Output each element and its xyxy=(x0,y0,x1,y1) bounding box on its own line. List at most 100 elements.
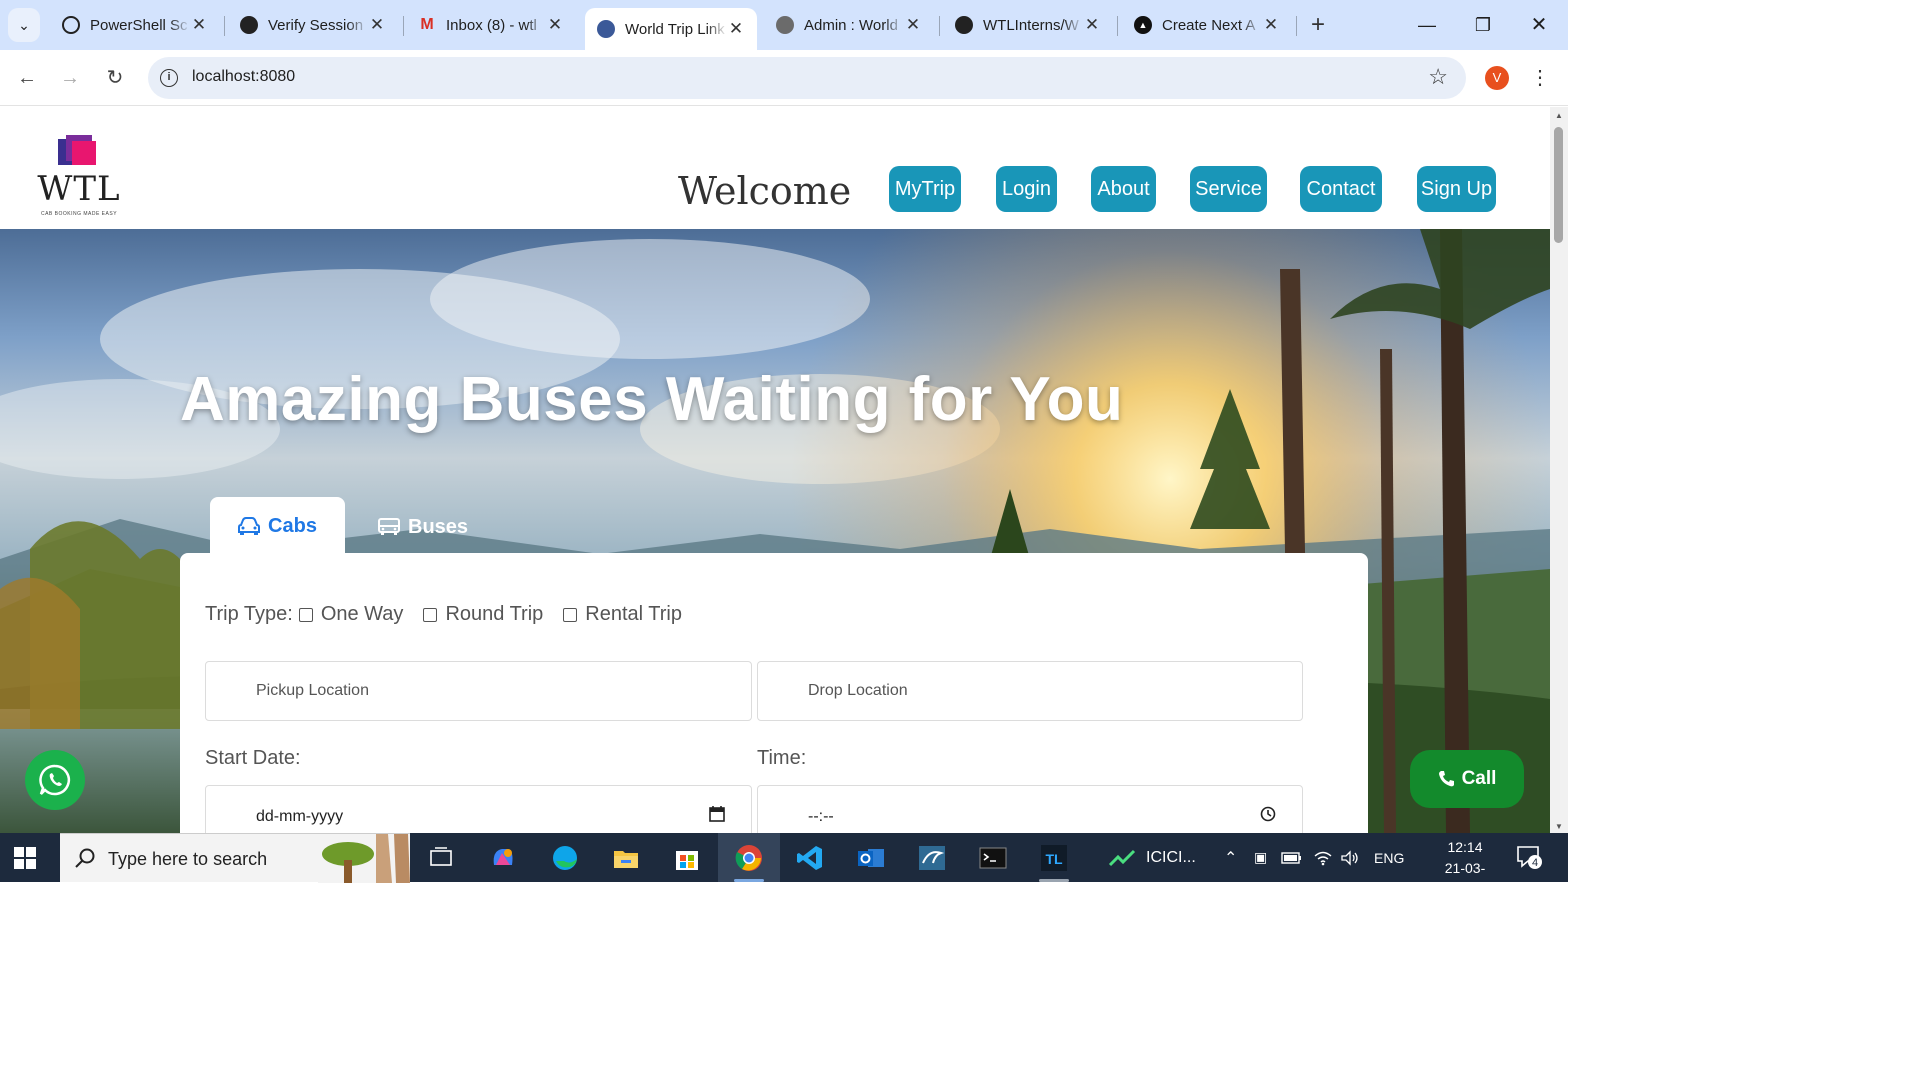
reload-icon[interactable]: ↻ xyxy=(99,62,131,94)
round-trip-checkbox[interactable]: Round Trip xyxy=(423,603,543,626)
battery-shape xyxy=(1281,851,1301,864)
bookmark-star-icon[interactable]: ☆ xyxy=(1428,64,1448,90)
browser-tab-wtlinterns[interactable]: WTLInterns/W ✕ xyxy=(943,6,1113,44)
battery-icon[interactable] xyxy=(1281,833,1303,882)
close-icon[interactable]: ✕ xyxy=(1083,15,1101,35)
notifications-icon[interactable]: 4 xyxy=(1516,845,1542,869)
rental-trip-checkbox[interactable]: Rental Trip xyxy=(563,603,682,626)
new-tab-plus-icon[interactable]: + xyxy=(1304,10,1332,40)
nav-mytrip-button[interactable]: MyTrip xyxy=(889,166,961,212)
browser-tab-inbox[interactable]: M Inbox (8) - wtl ✕ xyxy=(406,6,576,44)
back-arrow-icon[interactable]: ← xyxy=(11,62,43,94)
terminal-icon[interactable] xyxy=(978,843,1008,873)
tab-title: Create Next A xyxy=(1162,16,1256,34)
tray-app-icici[interactable]: ICICI... xyxy=(1108,833,1196,882)
close-icon[interactable]: ✕ xyxy=(904,15,922,35)
pickup-location-input[interactable]: Pickup Location xyxy=(205,661,752,721)
restore-icon[interactable]: ❐ xyxy=(1455,8,1511,42)
nav-service-button[interactable]: Service xyxy=(1190,166,1267,212)
chrome-icon[interactable] xyxy=(734,843,764,873)
close-icon[interactable]: ✕ xyxy=(368,15,386,35)
site-info-icon[interactable]: i xyxy=(160,69,178,87)
profile-avatar[interactable]: V xyxy=(1485,66,1509,90)
clock-icon[interactable] xyxy=(1260,806,1276,822)
notification-count: 4 xyxy=(1532,857,1538,869)
call-button[interactable]: Call xyxy=(1410,750,1524,808)
search-placeholder: Type here to search xyxy=(108,849,268,869)
tlauncher-icon[interactable]: TL xyxy=(1039,843,1069,873)
browser-tab-strip: ⌄ PowerShell Sc ✕ Verify Session ✕ M Inb… xyxy=(0,0,1568,50)
wifi-shape xyxy=(1314,851,1332,865)
windows-start-icon[interactable] xyxy=(14,847,36,869)
window-close-icon[interactable]: ✕ xyxy=(1511,8,1567,42)
tab-title: World Trip Link xyxy=(625,20,725,38)
mysql-workbench-icon[interactable] xyxy=(917,843,947,873)
copilot-icon[interactable] xyxy=(488,843,518,873)
checkbox-box[interactable] xyxy=(298,607,313,622)
clock-date: 21-03-2025 xyxy=(1444,860,1486,897)
search-highlight-image xyxy=(318,834,410,883)
checkbox-box[interactable] xyxy=(423,607,438,622)
svg-text:TL: TL xyxy=(1045,851,1063,867)
drop-placeholder: Drop Location xyxy=(808,682,908,699)
hero-banner: Amazing Buses Waiting for You Cabs Buses… xyxy=(0,229,1550,833)
browser-tab-powershell[interactable]: PowerShell Sc ✕ xyxy=(50,6,220,44)
tab-divider xyxy=(1296,16,1297,36)
tab-cabs[interactable]: Cabs xyxy=(210,497,345,555)
page-viewport: WTL CAB BOOKING MADE EASY Welcome MyTrip… xyxy=(0,107,1550,833)
close-icon[interactable]: ✕ xyxy=(1262,15,1280,35)
nav-signup-button[interactable]: Sign Up xyxy=(1417,166,1496,212)
tab-buses[interactable]: Buses xyxy=(378,503,488,551)
checkbox-label: One Way xyxy=(320,603,404,625)
start-date-input[interactable]: dd-mm-yyyy xyxy=(205,785,752,833)
time-input[interactable]: --:-- xyxy=(757,785,1303,833)
taskbar-search-box[interactable]: Type here to search xyxy=(60,833,410,883)
meet-now-icon[interactable]: ▣ xyxy=(1254,833,1267,882)
browser-tab-admin[interactable]: Admin : World ✕ xyxy=(764,6,934,44)
file-explorer-icon[interactable] xyxy=(611,843,641,873)
address-bar[interactable]: i localhost:8080 ☆ xyxy=(148,57,1466,99)
scroll-up-icon[interactable]: ▲ xyxy=(1554,111,1564,120)
browser-tab-world-trip-link[interactable]: World Trip Link ✕ xyxy=(585,8,757,50)
minimize-icon[interactable]: — xyxy=(1399,8,1455,42)
edge-icon[interactable] xyxy=(550,843,580,873)
scroll-down-icon[interactable]: ▼ xyxy=(1554,822,1564,831)
logo-mark-icon xyxy=(58,135,96,165)
forward-arrow-icon[interactable]: → xyxy=(54,62,86,94)
bus-icon xyxy=(378,518,400,535)
close-icon[interactable]: ✕ xyxy=(190,15,208,35)
nav-contact-button[interactable]: Contact xyxy=(1300,166,1382,212)
nextjs-icon: ▲ xyxy=(1134,16,1152,34)
whatsapp-button[interactable] xyxy=(25,750,85,810)
wifi-icon[interactable] xyxy=(1313,833,1333,882)
show-hidden-icons-chevron-icon[interactable]: ⌃ xyxy=(1224,833,1237,882)
url-text[interactable]: localhost:8080 xyxy=(192,68,295,86)
one-way-checkbox[interactable]: One Way xyxy=(298,603,404,626)
tab-search-chevron-icon[interactable]: ⌄ xyxy=(8,8,40,42)
calendar-icon[interactable] xyxy=(709,806,725,822)
page-scrollbar[interactable]: ▲ ▼ xyxy=(1550,107,1568,833)
language-indicator[interactable]: ENG xyxy=(1374,833,1404,882)
vscode-icon[interactable] xyxy=(795,843,825,873)
volume-icon[interactable] xyxy=(1340,833,1360,882)
drop-location-input[interactable]: Drop Location xyxy=(757,661,1303,721)
pickup-placeholder: Pickup Location xyxy=(256,682,369,699)
car-icon xyxy=(238,517,261,535)
close-icon[interactable]: ✕ xyxy=(727,19,745,39)
checkbox-label: Round Trip xyxy=(445,603,544,625)
call-label: Call xyxy=(1461,768,1497,789)
task-view-icon[interactable] xyxy=(426,843,456,873)
nav-login-button[interactable]: Login xyxy=(996,166,1057,212)
browser-tab-verify-session[interactable]: Verify Session ✕ xyxy=(228,6,398,44)
globe-icon xyxy=(597,20,615,38)
microsoft-store-icon[interactable] xyxy=(672,843,702,873)
outlook-icon[interactable] xyxy=(856,843,886,873)
close-icon[interactable]: ✕ xyxy=(546,15,564,35)
checkbox-box[interactable] xyxy=(563,607,578,622)
wtl-logo[interactable]: WTL CAB BOOKING MADE EASY xyxy=(36,131,122,217)
nav-about-button[interactable]: About xyxy=(1091,166,1156,212)
browser-tab-create-next-app[interactable]: ▲ Create Next A ✕ xyxy=(1122,6,1292,44)
browser-menu-icon[interactable]: ⋮ xyxy=(1530,62,1550,94)
scrollbar-thumb[interactable] xyxy=(1554,127,1563,243)
taskbar-clock[interactable]: 12:14 21-03-2025 xyxy=(1430,837,1500,900)
